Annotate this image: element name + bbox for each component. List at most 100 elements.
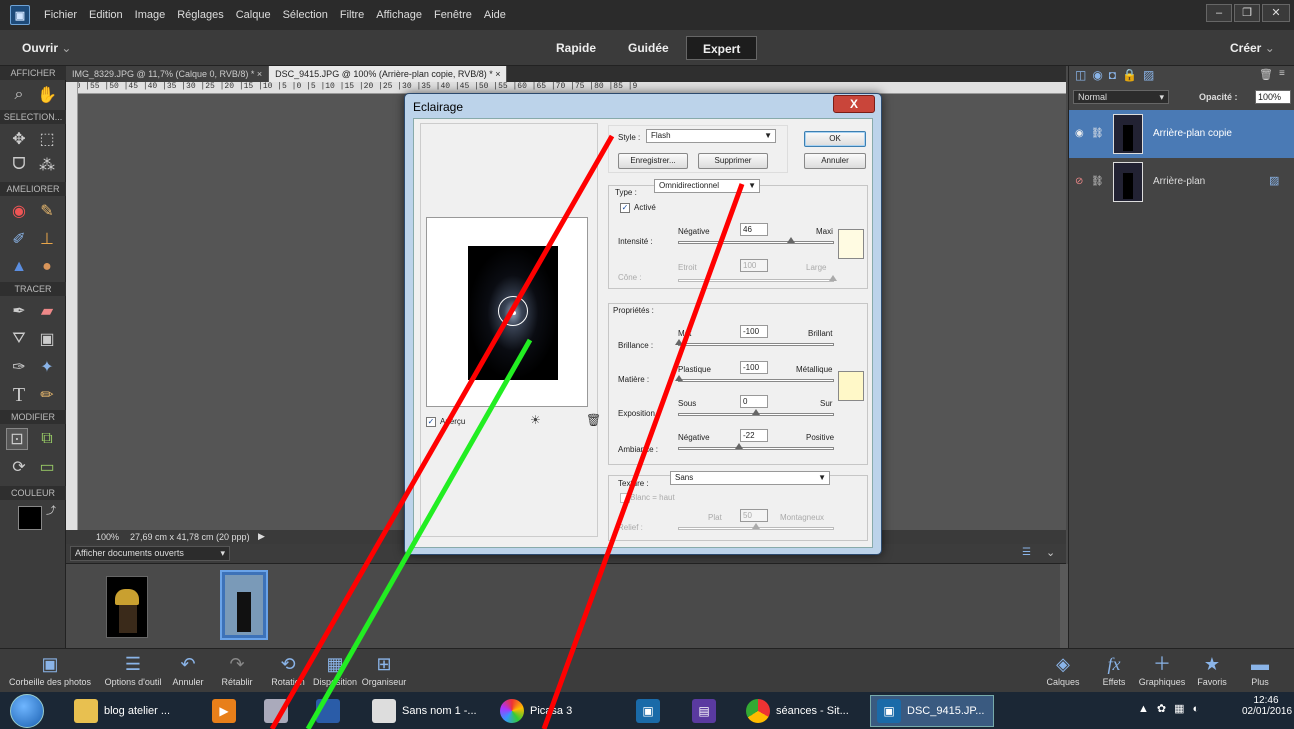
clone-stamp-icon[interactable]: ⊥ [36,228,58,250]
texture-select[interactable]: Sans ▼ [670,471,830,485]
menu-image[interactable]: Image [135,9,166,21]
menu-filtre[interactable]: Filtre [340,9,364,21]
eyedropper-icon[interactable]: ✑ [8,356,30,378]
sponge-icon[interactable]: ● [36,256,58,278]
ambience-thumb[interactable] [735,443,744,449]
light-bulb-icon[interactable]: ☀ [530,413,541,427]
preview-checkbox[interactable]: ✓ [426,417,436,427]
redo-button[interactable]: ↷ Rétablir [216,651,258,687]
menu-reglages[interactable]: Réglages [177,9,223,21]
collapse-chevron-icon[interactable]: ⌄ [1046,546,1055,559]
layer-tool-icons[interactable]: ◫◉◘🔒▨ [1075,68,1160,82]
gloss-slider[interactable] [675,339,834,346]
mode-rapide[interactable]: Rapide [540,36,612,60]
layers-button[interactable]: ◈ Calques [1040,651,1086,687]
paint-bucket-icon[interactable]: ⛛ [8,328,30,350]
tool-options-button[interactable]: ☰ Options d'outil [96,651,170,687]
cone-input[interactable]: 100 [740,259,768,272]
organizer-button[interactable]: ⊞ Organiseur [360,651,408,687]
mode-guidee[interactable]: Guidée [612,36,685,60]
eraser-icon[interactable]: ▰ [36,300,58,322]
recompose-icon[interactable]: ⧉ [36,428,58,450]
gradient-icon[interactable]: ▣ [36,328,58,350]
link-icon[interactable]: ⛓ [1091,176,1104,187]
ambient-color-swatch[interactable] [838,371,864,401]
link-icon[interactable]: ⛓ [1091,128,1104,139]
menu-edition[interactable]: Edition [89,9,123,21]
bin-dropdown[interactable]: Afficher documents ouverts ▾ [70,546,230,561]
marquee-icon[interactable]: ⬚ [36,128,58,150]
intensity-input[interactable]: 46 [740,223,768,236]
more-button[interactable]: ▬ Plus [1240,651,1280,687]
favorites-button[interactable]: ★ Favoris [1192,651,1232,687]
blur-icon[interactable]: ▲ [8,256,30,278]
smart-brush-icon[interactable]: ✐ [8,228,30,250]
content-move-icon[interactable]: ⟳ [8,456,30,478]
task-chrome[interactable]: séances - Sit... [740,695,864,727]
task-blog-atelier[interactable]: blog atelier ... [68,695,202,727]
ambience-input[interactable]: -22 [740,429,768,442]
bin-thumbnail-img8329[interactable] [106,576,148,638]
cone-slider[interactable] [678,275,837,282]
bin-thumbnail-dsc9415[interactable] [220,570,268,640]
preview-area[interactable] [426,217,588,407]
play-arrow-icon[interactable]: ▶ [258,531,265,542]
task-premiere[interactable]: ▤ [686,695,722,727]
material-slider[interactable] [675,375,834,382]
task-media-player[interactable]: ▶ [206,695,242,727]
task-notepad[interactable] [258,695,294,727]
gloss-thumb[interactable] [675,339,683,345]
menu-calque[interactable]: Calque [236,9,271,21]
brush-icon[interactable]: ✒ [8,300,30,322]
lock-layer-icon[interactable]: ▨ [1269,174,1279,187]
undo-button[interactable]: ↶ Annuler [168,651,208,687]
material-thumb[interactable] [675,375,683,381]
bin-scrollbar[interactable] [1060,564,1068,648]
intensity-slider[interactable] [678,237,834,244]
task-sans-nom[interactable]: Sans nom 1 -... [366,695,488,727]
mode-expert[interactable]: Expert [686,36,758,60]
move-icon[interactable]: ✥ [8,128,30,150]
straighten-icon[interactable]: ▭ [36,456,58,478]
gloss-input[interactable]: -100 [740,325,768,338]
open-button[interactable]: Ouvrir ⌄ [6,36,87,60]
active-checkbox[interactable]: ✓ [620,203,630,213]
dialog-close-button[interactable]: X [833,95,875,113]
graphics-button[interactable]: ＋ Graphiques [1134,651,1190,687]
type-select[interactable]: Omnidirectionnel ▼ [654,179,760,193]
relief-thumb[interactable] [752,523,760,529]
task-elements-1[interactable]: ▣ [630,695,666,727]
cone-thumb[interactable] [829,275,837,281]
menu-aide[interactable]: Aide [484,9,506,21]
system-tray-icons[interactable]: ▲✿▦◐ [1138,702,1207,715]
spot-healing-icon[interactable]: ✎ [36,200,58,222]
red-eye-icon[interactable]: ◉ [8,200,30,222]
exposure-input[interactable]: 0 [740,395,768,408]
material-input[interactable]: -100 [740,361,768,374]
white-high-checkbox[interactable] [620,493,630,503]
trash-icon[interactable]: 🗑 [1259,68,1273,81]
start-button[interactable] [10,694,44,728]
ok-button[interactable]: OK [804,131,866,147]
menu-fichier[interactable]: Fichier [44,9,77,21]
light-color-swatch[interactable] [838,229,864,259]
minimize-button[interactable]: – [1206,4,1232,22]
effects-button[interactable]: fx Effets [1094,651,1134,687]
type-icon[interactable]: T [8,384,30,406]
menu-affichage[interactable]: Affichage [376,9,422,21]
layer-row-copie[interactable]: ◉ ⛓ Arrière-plan copie [1069,110,1294,158]
menu-fenetre[interactable]: Fenêtre [434,9,472,21]
swap-colors-icon[interactable]: ⤴ [46,502,56,517]
create-button[interactable]: Créer ⌄ [1214,36,1291,60]
layer-row-arriere-plan[interactable]: ⊘ ⛓ Arrière-plan ▨ [1069,158,1294,206]
layout-button[interactable]: ▦ Disposition [310,651,360,687]
hidden-eye-icon[interactable]: ⊘ [1075,176,1083,187]
crop-icon[interactable]: ⊡ [6,428,28,450]
clock[interactable]: 12:46 02/01/2016 [1242,695,1292,717]
task-picasa[interactable]: Picasa 3 [494,695,600,727]
close-window-button[interactable]: ✕ [1262,4,1290,22]
light-center[interactable] [512,311,516,315]
exposure-thumb[interactable] [752,409,760,415]
task-dsc9415[interactable]: ▣ DSC_9415.JP... [870,695,994,727]
photo-bin-button[interactable]: ▣ Corbeille des photos [2,651,98,687]
